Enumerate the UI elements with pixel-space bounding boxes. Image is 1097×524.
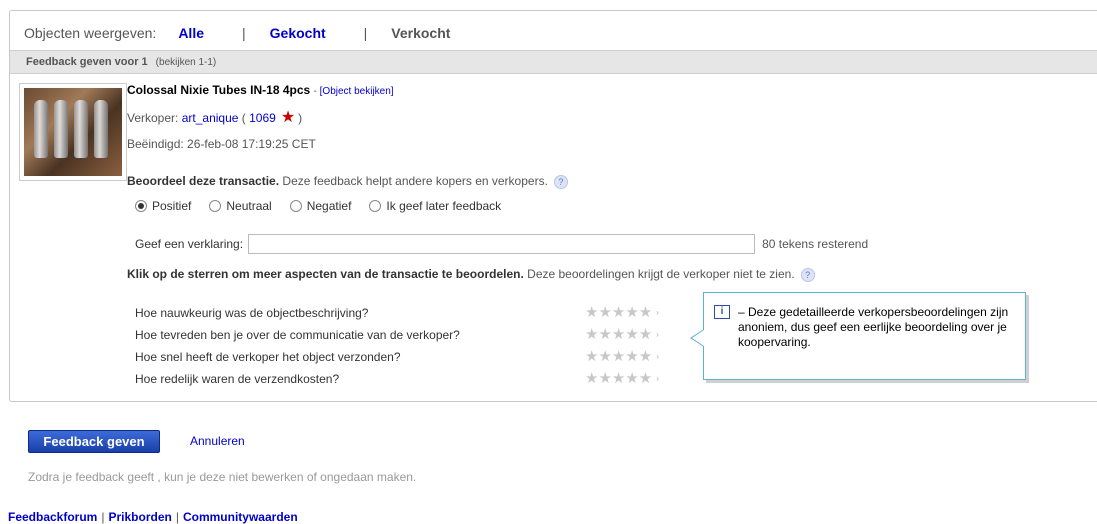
end-date: Beëindigd: 26-feb-08 17:19:25 CET [127, 137, 316, 151]
section-header-bar: Feedback geven voor 1 (bekijken 1-1) [10, 50, 1097, 74]
feedback-star-icon: ★ [280, 109, 296, 126]
star-rating-communication[interactable]: ★★★★★ › [585, 326, 659, 343]
chevron-right-icon: › [656, 308, 659, 318]
chevron-right-icon: › [656, 330, 659, 340]
info-icon: i [714, 305, 730, 319]
star-icons[interactable]: ★★★★★ [585, 304, 652, 321]
explanation-label: Geef een verklaring: [135, 237, 244, 251]
submit-feedback-button[interactable]: Feedback geven [28, 430, 160, 453]
cancel-link[interactable]: Annuleren [190, 434, 245, 448]
detailed-ratings-heading: Klik op de sterren om meer aspecten van … [127, 267, 815, 282]
item-thumbnail[interactable] [19, 83, 127, 181]
radio-later[interactable]: Ik geef later feedback [369, 199, 501, 213]
star-icons[interactable]: ★★★★★ [585, 348, 652, 365]
radio-label: Negatief [306, 199, 352, 213]
chevron-right-icon: › [656, 352, 659, 362]
title-dash: - [313, 86, 317, 97]
rate-text: Deze feedback helpt andere kopers en ver… [282, 174, 548, 188]
explanation-row: Geef een verklaring: 80 tekens resterend [135, 234, 868, 254]
anonymous-ratings-tooltip: i – Deze gedetailleerde verkopersbeoorde… [690, 292, 1026, 380]
help-icon[interactable]: ? [800, 267, 815, 282]
close-paren: ) [298, 111, 303, 125]
filter-all[interactable]: Alle [178, 25, 204, 41]
rating-radio-group: Positief Neutraal Negatief Ik geef later… [135, 199, 519, 213]
footer-link-feedbackforum[interactable]: Feedbackforum [8, 510, 97, 524]
view-filter: Objecten weergeven: Alle | Gekocht | Ver… [24, 25, 450, 41]
filter-bought[interactable]: Gekocht [270, 25, 326, 41]
aspects-text: Deze beoordelingen krijgt de verkoper ni… [527, 267, 795, 281]
section-subtitle: (bekijken 1-1) [155, 57, 217, 68]
item-photo [24, 88, 122, 176]
seller-name-link[interactable]: art_anique [182, 111, 239, 125]
irreversible-note: Zodra je feedback geeft , kun je deze ni… [28, 470, 417, 484]
open-paren: ( [241, 111, 246, 125]
question-shipping-speed: Hoe snel heeft de verkoper het object ve… [135, 350, 401, 364]
filter-label: Objecten weergeven: [24, 25, 157, 41]
footer-link-prikborden[interactable]: Prikborden [108, 510, 171, 524]
item-title-line: Colossal Nixie Tubes IN-18 4pcs - [Objec… [127, 83, 394, 97]
seller-score-link[interactable]: 1069 [249, 111, 276, 125]
star-icons[interactable]: ★★★★★ [585, 370, 652, 387]
filter-sold[interactable]: Verkocht [391, 25, 450, 41]
section-title: Feedback geven voor 1 [26, 56, 148, 68]
rate-transaction-heading: Beoordeel deze transactie. Deze feedback… [127, 174, 568, 189]
seller-label: Verkoper: [127, 111, 179, 125]
radio-button[interactable] [209, 200, 222, 212]
radio-neutral[interactable]: Neutraal [209, 199, 272, 213]
radio-label: Ik geef later feedback [386, 199, 502, 213]
star-icons[interactable]: ★★★★★ [585, 326, 652, 343]
aspects-bold: Klik op de sterren om meer aspecten van … [127, 267, 524, 281]
footer-links: Feedbackforum | Prikborden | Communitywaarde… [8, 510, 298, 524]
radio-button-selected[interactable] [135, 200, 147, 212]
footer-separator: | [175, 510, 179, 524]
chevron-right-icon: › [656, 374, 659, 384]
question-accuracy: Hoe nauwkeurig was de objectbeschrijving… [135, 306, 369, 320]
radio-button[interactable] [289, 200, 302, 212]
filter-separator: | [363, 25, 368, 41]
seller-line: Verkoper: art_anique ( 1069 ★) [127, 109, 303, 126]
question-communication: Hoe tevreden ben je over de communicatie… [135, 328, 460, 342]
star-rating-shipping-speed[interactable]: ★★★★★ › [585, 348, 659, 365]
star-rating-shipping-cost[interactable]: ★★★★★ › [585, 370, 659, 387]
rate-bold: Beoordeel deze transactie. [127, 174, 280, 188]
radio-button[interactable] [369, 200, 382, 212]
radio-label: Neutraal [226, 199, 272, 213]
explanation-input[interactable] [248, 234, 756, 254]
radio-negative[interactable]: Negatief [289, 199, 352, 213]
star-rating-accuracy[interactable]: ★★★★★ › [585, 304, 659, 321]
filter-separator: | [242, 25, 246, 41]
item-title: Colossal Nixie Tubes IN-18 4pcs [127, 83, 311, 97]
footer-separator: | [101, 510, 105, 524]
footer-link-communitywaarden[interactable]: Communitywaarden [183, 510, 298, 524]
radio-positive[interactable]: Positief [135, 199, 191, 213]
tooltip-text: – Deze gedetailleerde verkopersbeoordeli… [738, 305, 1009, 349]
help-icon[interactable]: ? [553, 174, 568, 189]
characters-remaining: 80 tekens resterend [762, 237, 869, 251]
radio-label: Positief [152, 199, 192, 213]
view-item-link[interactable]: [Object bekijken] [320, 86, 394, 97]
question-shipping-cost: Hoe redelijk waren de verzendkosten? [135, 372, 340, 386]
